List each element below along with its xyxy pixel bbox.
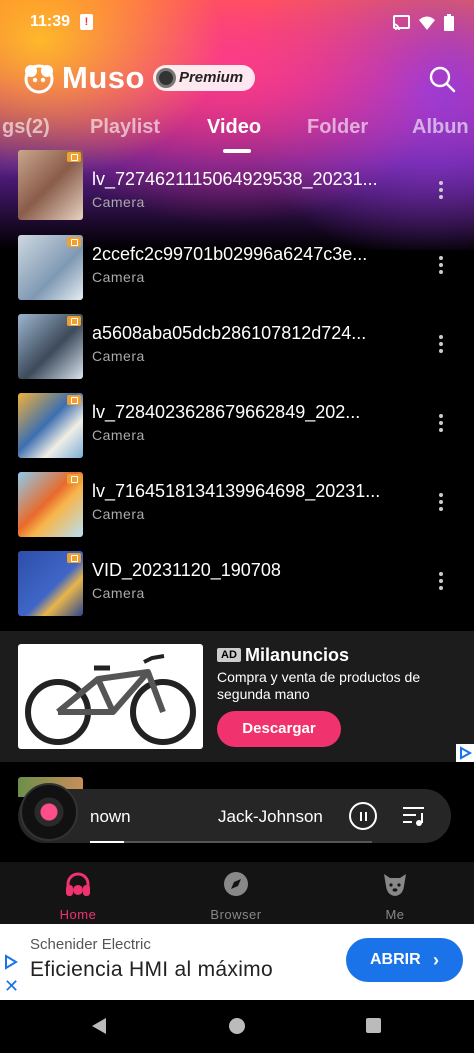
video-thumbnail	[18, 314, 83, 379]
banner-open-button[interactable]: ABRIR ›	[346, 938, 463, 982]
ad-download-button[interactable]: Descargar	[217, 711, 341, 747]
nav-browser-label: Browser	[210, 907, 262, 922]
playback-progress-track[interactable]	[90, 841, 372, 843]
banner-ad[interactable]: ✕ Schenider Electric Eficiencia HMI al m…	[0, 924, 474, 1000]
more-options-icon[interactable]	[432, 332, 450, 356]
banner-advertiser: Schenider Electric	[30, 936, 151, 953]
video-title: lv_7284023628679662849_202...	[92, 402, 361, 422]
premium-badge[interactable]: Premium	[152, 65, 256, 91]
app-name: Muso	[62, 60, 145, 95]
video-badge-icon	[67, 395, 81, 405]
video-folder: Camera	[92, 194, 145, 210]
ad-label: AD	[217, 648, 241, 662]
dog-profile-icon	[384, 874, 406, 896]
list-item[interactable]: a5608aba05dcb286107812d724... Camera	[0, 314, 474, 393]
video-badge-icon	[67, 316, 81, 326]
video-title: lv_7164518134139964698_20231...	[92, 481, 381, 501]
video-thumbnail	[18, 150, 83, 220]
video-title: VID_20231120_190708	[92, 560, 281, 580]
premium-label: Premium	[178, 69, 244, 86]
ad-advertiser: Milanuncios	[245, 645, 350, 665]
adchoices-icon[interactable]	[4, 954, 18, 970]
banner-headline: Eficiencia HMI al máximo	[30, 958, 273, 981]
video-thumbnail	[18, 235, 83, 300]
nav-me-label: Me	[385, 907, 405, 922]
status-bar: 11:39 !	[0, 0, 474, 46]
wifi-icon	[419, 16, 435, 30]
vinyl-disc-icon	[155, 68, 176, 88]
video-title: 2ccefc2c99701b02996a6247c3e...	[92, 244, 368, 264]
ad-description: Compra y venta de productos de segunda m…	[217, 669, 421, 702]
adchoices-icon[interactable]	[456, 744, 474, 762]
more-options-icon[interactable]	[432, 490, 450, 514]
native-ad[interactable]: AD Milanuncios Compra y venta de product…	[0, 631, 474, 762]
recent-apps-icon[interactable]	[366, 1018, 381, 1033]
active-tab-indicator	[223, 149, 251, 153]
list-item[interactable]: 2ccefc2c99701b02996a6247c3e... Camera	[0, 235, 474, 314]
video-thumbnail	[18, 551, 83, 616]
tab-video[interactable]: Video	[207, 116, 261, 139]
muso-logo-icon	[24, 64, 54, 94]
video-folder: Camera	[92, 506, 145, 522]
player-song-title: nown	[90, 807, 131, 826]
playback-progress-fill	[90, 841, 124, 843]
nav-browser[interactable]: Browser	[186, 870, 286, 922]
app-logo: Muso Premium	[22, 60, 256, 96]
banner-open-label: ABRIR	[370, 951, 421, 968]
video-thumbnail	[18, 393, 83, 458]
status-icons	[392, 14, 454, 31]
nav-me[interactable]: Me	[345, 870, 445, 922]
video-thumbnail	[18, 472, 83, 537]
video-folder: Camera	[92, 585, 145, 601]
player-artist: Jack-Johnson	[218, 807, 323, 826]
more-options-icon[interactable]	[432, 411, 450, 435]
tab-folder[interactable]: Folder	[307, 116, 368, 139]
more-options-icon[interactable]	[432, 253, 450, 277]
home-icon[interactable]	[229, 1018, 245, 1034]
pause-button[interactable]	[349, 802, 377, 830]
headphones-icon	[66, 872, 90, 896]
list-item[interactable]: VID_20231120_190708 Camera	[0, 551, 474, 630]
vinyl-disc-icon	[20, 783, 78, 841]
video-folder: Camera	[92, 427, 145, 443]
video-badge-icon	[67, 237, 81, 247]
list-item[interactable]: lv_7274621115064929538_20231... Camera	[0, 150, 474, 239]
battery-icon	[444, 14, 454, 31]
bottom-navigation: Home Browser Me	[0, 862, 474, 924]
video-folder: Camera	[92, 269, 145, 285]
search-icon[interactable]	[426, 63, 458, 95]
video-badge-icon	[67, 152, 81, 162]
bicycle-icon	[25, 654, 196, 745]
more-options-icon[interactable]	[432, 569, 450, 593]
tab-songs[interactable]: gs(2)	[2, 116, 50, 139]
close-icon[interactable]: ✕	[4, 976, 19, 997]
status-time: 11:39	[30, 13, 71, 30]
mini-player[interactable]: nown Jack-Johnson	[18, 783, 451, 843]
nav-home[interactable]: Home	[28, 870, 128, 922]
back-icon[interactable]	[91, 1017, 107, 1035]
playlist-queue-icon[interactable]	[402, 804, 428, 828]
video-title: lv_7274621115064929538_20231...	[92, 169, 378, 189]
compass-icon	[224, 872, 248, 896]
video-badge-icon	[67, 553, 81, 563]
ad-image[interactable]	[18, 644, 203, 749]
nav-home-label: Home	[59, 907, 97, 922]
notification-alert-icon: !	[80, 14, 93, 30]
video-title: a5608aba05dcb286107812d724...	[92, 323, 367, 343]
video-folder: Camera	[92, 348, 145, 364]
tab-playlist[interactable]: Playlist	[90, 116, 160, 139]
tab-album[interactable]: Albun	[412, 116, 469, 139]
more-options-icon[interactable]	[432, 178, 450, 202]
list-item[interactable]: lv_7284023628679662849_202... Camera	[0, 393, 474, 472]
cast-icon	[392, 14, 410, 30]
list-item[interactable]: lv_7164518134139964698_20231... Camera	[0, 472, 474, 551]
video-badge-icon	[67, 474, 81, 484]
system-navigation-bar	[0, 1000, 474, 1053]
chevron-right-icon: ›	[433, 950, 439, 970]
